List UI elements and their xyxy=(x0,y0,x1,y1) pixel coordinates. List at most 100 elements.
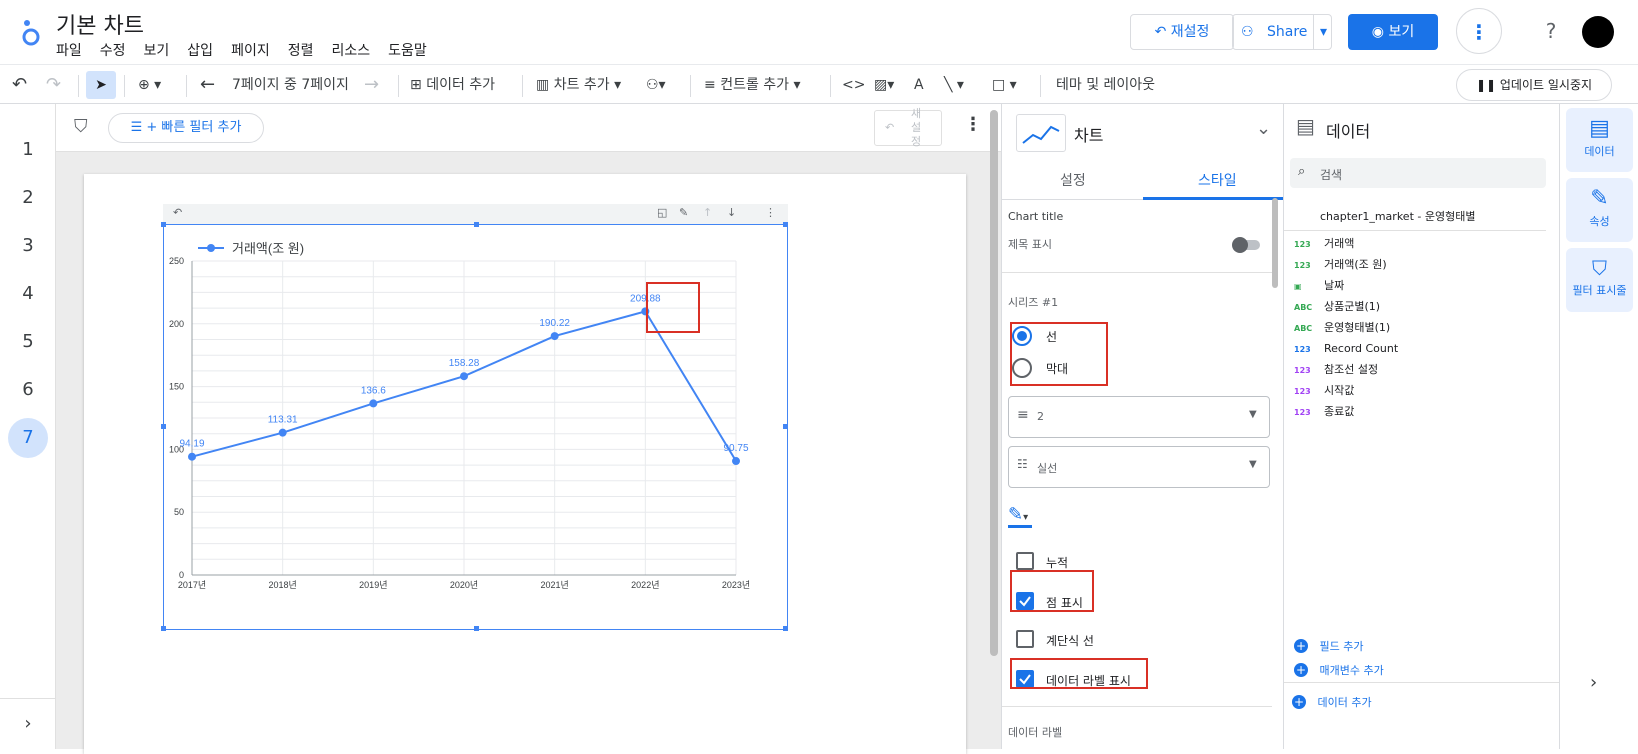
menu-edit[interactable]: 수정 xyxy=(100,40,126,60)
menu-file[interactable]: 파일 xyxy=(56,40,82,60)
undo-icon: ↶ xyxy=(885,121,895,134)
select-pointer-icon[interactable]: ➤ xyxy=(86,71,116,99)
field-name: 종료값 xyxy=(1324,405,1355,418)
calendar-icon: ▣ xyxy=(1294,282,1302,291)
search-icon: ⌕ xyxy=(1298,164,1306,179)
menu-arrange[interactable]: 정렬 xyxy=(288,40,314,60)
page-5[interactable]: 5 xyxy=(8,322,48,362)
expand-icon[interactable]: ◱ xyxy=(657,206,667,219)
edit-icon[interactable]: ✎ xyxy=(679,206,688,219)
add-data-button[interactable]: ⊞ 데이터 추가 xyxy=(410,73,495,97)
undo-icon[interactable]: ↶ xyxy=(12,73,27,97)
show-title-toggle[interactable] xyxy=(1232,237,1260,253)
filter-icon[interactable]: ⛉ xyxy=(74,116,88,137)
line-weight-icon: ≡ xyxy=(1017,407,1029,423)
more-options-button[interactable]: ⋮ xyxy=(1456,8,1502,54)
avatar[interactable] xyxy=(1582,16,1614,48)
tab-setup[interactable]: 설정 xyxy=(1060,170,1086,190)
redo-icon[interactable]: ↷ xyxy=(46,73,61,97)
field-item[interactable]: 123 Record Count xyxy=(1294,339,1398,359)
tab-style[interactable]: 스타일 xyxy=(1198,170,1237,190)
filter-list-icon: ☰ xyxy=(130,120,143,135)
menu-help[interactable]: 도움말 xyxy=(388,40,427,60)
rail-data-label: 데이터 xyxy=(1584,145,1615,158)
y-tick-label: 200 xyxy=(169,319,184,329)
checkbox-stepped[interactable] xyxy=(1016,630,1034,648)
panel-scrollbar[interactable] xyxy=(1272,198,1278,288)
field-item[interactable]: 123 거래액 xyxy=(1294,234,1354,254)
chart-type-icon[interactable] xyxy=(1016,114,1066,152)
rail-filters-button[interactable]: ⛉ 필터 표시줄 xyxy=(1566,248,1633,312)
add-control-label: 컨트롤 추가 xyxy=(720,77,790,93)
menu-resource[interactable]: 리소스 xyxy=(331,40,370,60)
number-type-icon: 123 xyxy=(1294,345,1311,354)
field-item[interactable]: ABC 상품군별(1) xyxy=(1294,297,1380,317)
help-icon[interactable]: ? xyxy=(1536,16,1566,46)
share-dropdown-icon[interactable]: ▾ xyxy=(1313,15,1333,49)
reset-button[interactable]: ↶ 재설정 xyxy=(1130,14,1234,50)
sort-up-icon[interactable]: ↑ xyxy=(703,206,712,219)
line-color-picker[interactable]: ✎▾ xyxy=(1008,504,1032,528)
field-item[interactable]: ABC 운영형태별(1) xyxy=(1294,318,1390,338)
report-title[interactable]: 기본 차트 xyxy=(56,8,144,40)
community-viz-icon[interactable]: ⚇▾ xyxy=(646,73,666,97)
share-button[interactable]: ⚇ Share ▾ xyxy=(1232,14,1332,50)
line-weight-select[interactable]: ≡ 2 ▼ xyxy=(1008,396,1270,438)
add-parameter-button[interactable]: + 매개변수 추가 xyxy=(1294,662,1384,678)
pen-icon: ✎ xyxy=(1008,504,1024,525)
add-chart-button[interactable]: ▥ 차트 추가 ▾ xyxy=(536,73,621,97)
add-field-button[interactable]: + 필드 추가 xyxy=(1294,638,1363,654)
page-indicator: 7페이지 중 7페이지 xyxy=(232,77,349,93)
page-1[interactable]: 1 xyxy=(8,130,48,170)
prev-page-icon[interactable]: ← xyxy=(200,73,215,97)
text-box-icon[interactable]: A xyxy=(914,73,924,97)
line-icon[interactable]: ╲ ▾ xyxy=(944,73,964,97)
page-4[interactable]: 4 xyxy=(8,274,48,314)
shape-icon[interactable]: □ ▾ xyxy=(992,73,1017,97)
chevron-down-icon[interactable]: ⌄ xyxy=(1256,118,1271,139)
undo-icon[interactable]: ↶ xyxy=(173,206,182,219)
canvas-scrollbar[interactable] xyxy=(990,110,998,656)
rail-properties-button[interactable]: ✎ 속성 xyxy=(1566,178,1633,242)
filter-more-icon[interactable]: ⋮ xyxy=(964,114,982,135)
theme-layout-button[interactable]: 테마 및 레이아웃 xyxy=(1056,73,1155,97)
page-6[interactable]: 6 xyxy=(8,370,48,410)
field-name: 상품군별(1) xyxy=(1324,300,1381,313)
add-data-label: 데이터 추가 xyxy=(426,77,496,93)
next-page-icon[interactable]: → xyxy=(364,73,379,97)
field-name: 참조선 설정 xyxy=(1324,363,1379,376)
data-label: 190.22 xyxy=(539,318,570,329)
page-2[interactable]: 2 xyxy=(8,178,48,218)
eye-icon: ◉ xyxy=(1371,24,1384,40)
menu-insert[interactable]: 삽입 xyxy=(187,40,213,60)
line-type-select[interactable]: ☷ 실선 ▼ xyxy=(1008,446,1270,488)
expand-pages-icon[interactable]: › xyxy=(0,698,56,748)
image-icon[interactable]: ▨▾ xyxy=(874,73,894,97)
collapse-panel-icon[interactable]: › xyxy=(1590,672,1597,693)
reset-filter-button[interactable]: ↶ 새설정 xyxy=(874,107,942,148)
page-3[interactable]: 3 xyxy=(8,226,48,266)
checkbox-stacked[interactable] xyxy=(1016,552,1034,570)
zoom-icon[interactable]: ⊕ ▾ xyxy=(138,73,161,97)
menu-view[interactable]: 보기 xyxy=(144,40,170,60)
pause-updates-button[interactable]: ❚❚ 업데이트 일시중지 xyxy=(1456,69,1612,101)
rail-data-button[interactable]: ▤ 데이터 xyxy=(1566,108,1633,172)
page-7[interactable]: 7 xyxy=(8,418,48,458)
chart-more-icon[interactable]: ⋮ xyxy=(765,206,776,219)
add-data-source-button[interactable]: + 데이터 추가 xyxy=(1292,694,1372,710)
field-item[interactable]: 123 거래액(조 원) xyxy=(1294,255,1387,275)
field-item[interactable]: 123 시작값 xyxy=(1294,381,1354,401)
view-button[interactable]: ◉ 보기 xyxy=(1348,14,1438,50)
field-item[interactable]: ▣ 날짜 xyxy=(1294,276,1344,296)
field-item[interactable]: 123 종료값 xyxy=(1294,402,1354,422)
menu-page[interactable]: 페이지 xyxy=(231,40,270,60)
quick-filter-button[interactable]: ☰ + 빠른 필터 추가 xyxy=(108,113,264,143)
search-input[interactable]: ⌕ 검색 xyxy=(1290,158,1546,188)
add-control-button[interactable]: ≡ 컨트롤 추가 ▾ xyxy=(704,73,801,97)
field-item[interactable]: 123 참조선 설정 xyxy=(1294,360,1378,380)
y-tick-label: 50 xyxy=(174,507,184,517)
embed-code-icon[interactable]: <> xyxy=(842,73,865,97)
data-point xyxy=(278,428,287,437)
data-source-name[interactable]: chapter1_market - 운영형태별 xyxy=(1320,208,1475,224)
sort-down-icon[interactable]: ↓ xyxy=(727,206,736,219)
